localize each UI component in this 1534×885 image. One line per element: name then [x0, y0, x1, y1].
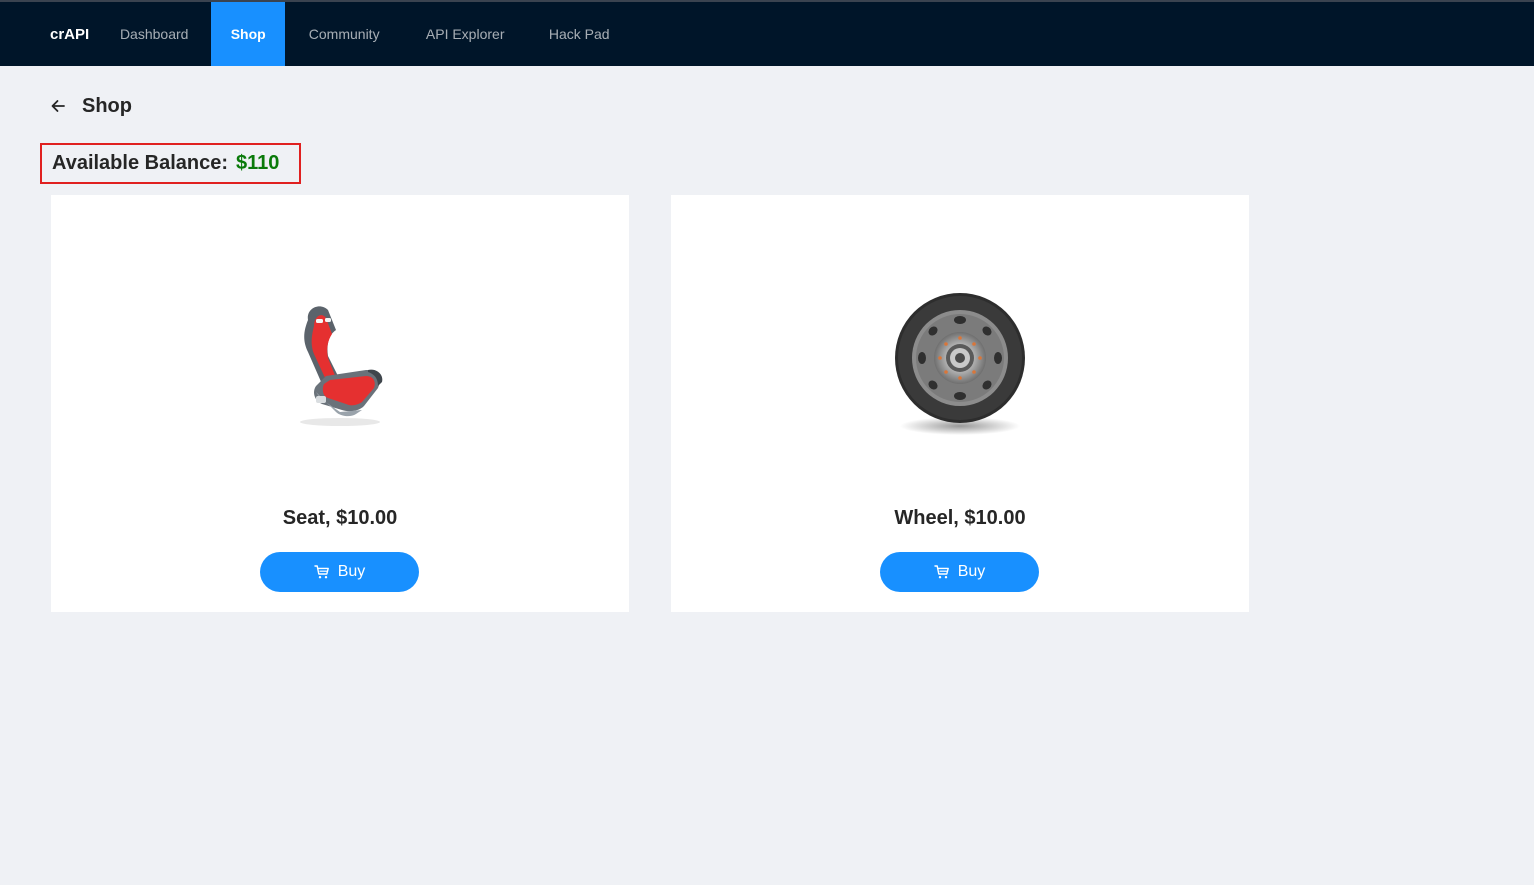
nav-item-shop[interactable]: Shop — [211, 2, 286, 66]
nav-item-hack-pad[interactable]: Hack Pad — [547, 2, 611, 66]
product-image-seat — [51, 245, 629, 485]
buy-button-label: Buy — [957, 563, 986, 580]
page-header: Shop — [50, 92, 132, 120]
buy-button-label: Buy — [337, 563, 366, 580]
product-title: Wheel, $10.00 — [894, 507, 1026, 529]
buy-button-wheel[interactable]: Buy — [880, 552, 1039, 592]
brand-logo[interactable]: crAPI — [0, 2, 117, 66]
seat-icon — [300, 306, 383, 426]
buy-button-seat[interactable]: Buy — [260, 552, 419, 592]
shopping-cart-icon — [934, 565, 949, 579]
nav-item-dashboard[interactable]: Dashboard — [117, 2, 191, 66]
nav-item-community[interactable]: Community — [305, 2, 383, 66]
product-image-wheel — [671, 245, 1249, 485]
product-card-wheel: Wheel, $10.00 Buy — [671, 195, 1249, 612]
available-balance: Available Balance: $110 — [40, 143, 301, 184]
wheel-icon — [895, 293, 1025, 435]
nav-item-api-explorer[interactable]: API Explorer — [423, 2, 507, 66]
product-card-seat: Seat, $10.00 Buy — [51, 195, 629, 612]
balance-amount: $110 — [236, 152, 280, 174]
product-title: Seat, $10.00 — [282, 507, 398, 529]
page-title: Shop — [82, 94, 132, 117]
arrow-left-icon[interactable] — [50, 98, 66, 114]
top-navbar: crAPI Dashboard Shop Community API Explo… — [0, 0, 1534, 66]
shopping-cart-icon — [314, 565, 329, 579]
balance-label: Available Balance: — [52, 152, 229, 174]
